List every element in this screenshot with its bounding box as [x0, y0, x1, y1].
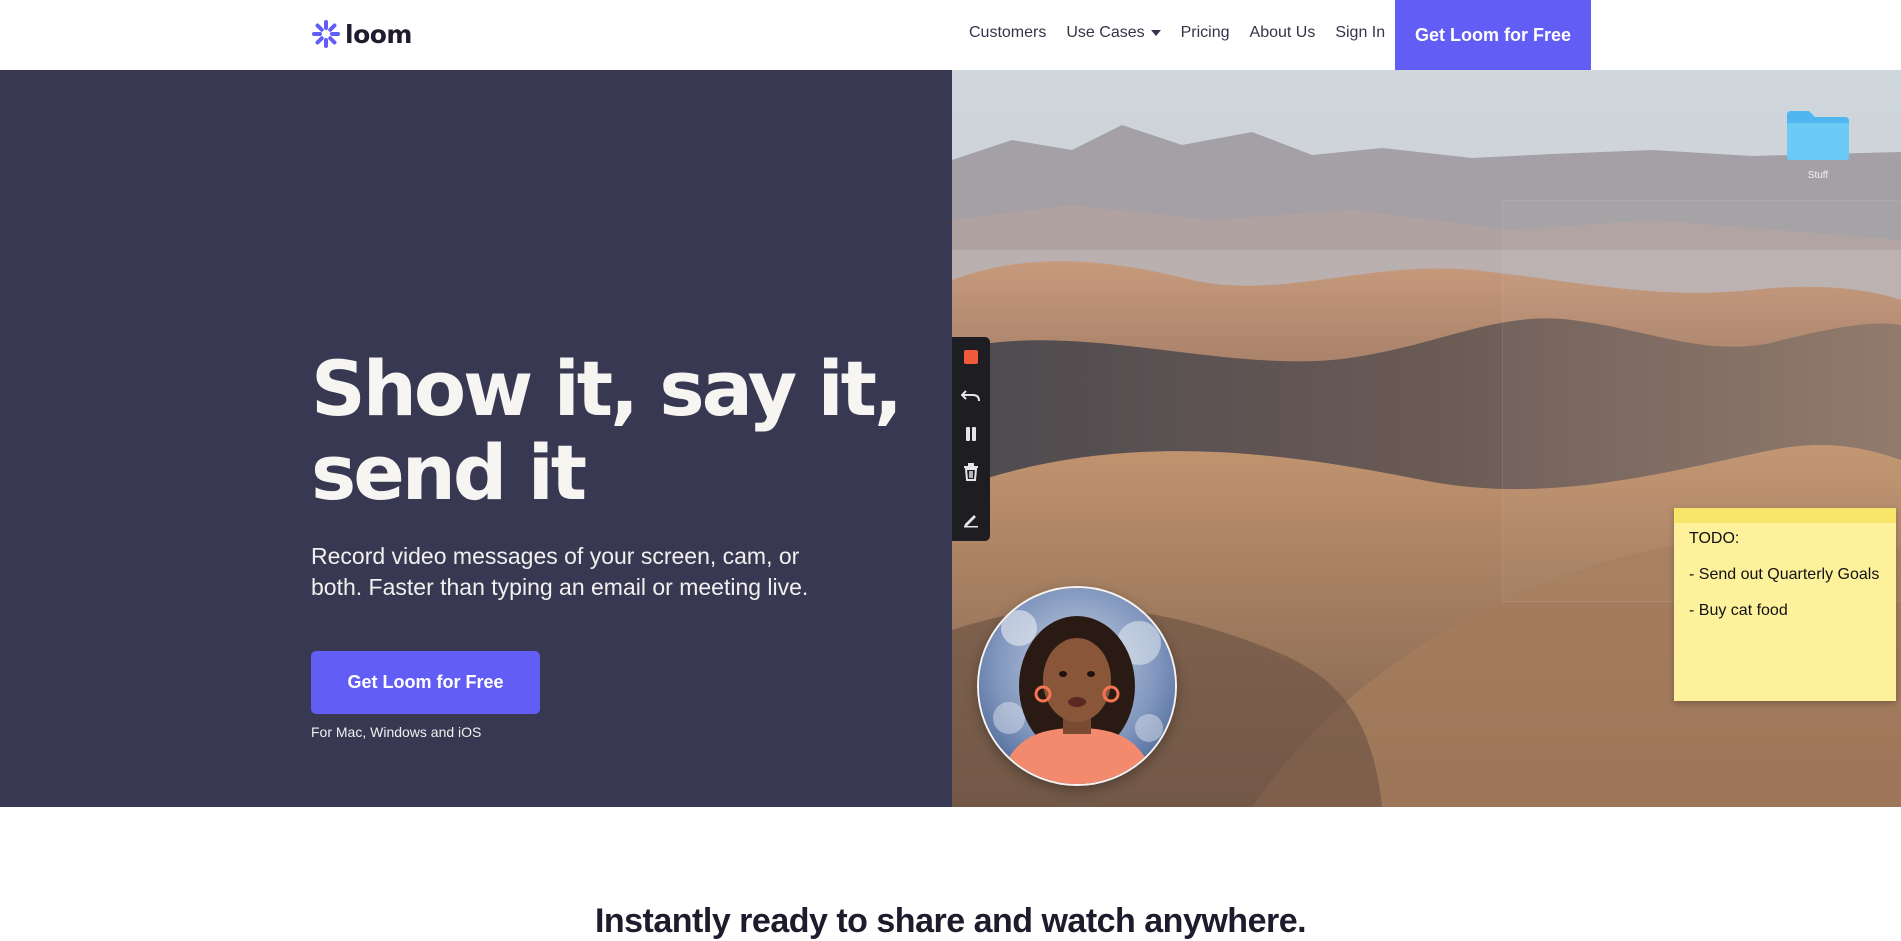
header-get-loom-button[interactable]: Get Loom for Free [1395, 0, 1591, 70]
main-nav: Customers Use Cases Pricing About Us Sig… [969, 24, 1405, 42]
recording-toolbar [952, 337, 990, 541]
pause-icon [966, 427, 976, 441]
sticky-note-item: - Buy cat food [1689, 602, 1788, 619]
hero-subhead-line2: both. Faster than typing an email or mee… [311, 574, 809, 600]
hero-headline-line2: send it [311, 428, 587, 517]
hero-headline: Show it, say it, send it [311, 347, 911, 515]
stop-record-icon [964, 350, 978, 364]
pen-icon [964, 515, 978, 528]
trash-icon [964, 463, 978, 481]
pause-button[interactable] [952, 416, 990, 452]
undo-button[interactable] [952, 377, 990, 413]
undo-icon [961, 390, 980, 402]
sticky-note-header [1674, 508, 1896, 523]
stop-record-button[interactable] [952, 339, 990, 375]
logo-wordmark: loom [345, 19, 412, 49]
todo-sticky-note: TODO: - Send out Quarterly Goals - Buy c… [1674, 508, 1896, 701]
sticky-note-item: - Send out Quarterly Goals [1689, 566, 1880, 583]
sticky-note-content: TODO: - Send out Quarterly Goals - Buy c… [1689, 530, 1879, 638]
presenter-avatar [979, 588, 1175, 784]
folder-label: Stuff [1807, 170, 1829, 181]
hero-headline-line1: Show it, say it, [311, 344, 903, 433]
nav-use-cases[interactable]: Use Cases [1066, 24, 1161, 42]
hero-get-loom-button[interactable]: Get Loom for Free [311, 651, 540, 714]
loom-logo[interactable]: loom [311, 19, 412, 49]
nav-about-us[interactable]: About Us [1250, 24, 1316, 42]
platforms-note: For Mac, Windows and iOS [311, 724, 482, 740]
section-heading: Instantly ready to share and watch anywh… [594, 902, 1307, 940]
webcam-bubble[interactable] [977, 586, 1177, 786]
chevron-down-icon [1150, 30, 1161, 36]
nav-pricing[interactable]: Pricing [1181, 24, 1230, 42]
site-header: loom Customers Use Cases Pricing About U… [0, 0, 1901, 70]
nav-use-cases-label: Use Cases [1066, 24, 1145, 41]
draw-button[interactable] [952, 501, 990, 537]
folder-icon[interactable] [1785, 107, 1851, 162]
nav-customers[interactable]: Customers [969, 24, 1046, 42]
loom-logo-icon [312, 20, 340, 48]
delete-button[interactable] [952, 454, 990, 490]
sticky-note-title: TODO: [1689, 530, 1740, 547]
hero-subhead-line1: Record video messages of your screen, ca… [311, 543, 800, 569]
hero-subhead: Record video messages of your screen, ca… [311, 541, 851, 603]
nav-sign-in[interactable]: Sign In [1335, 24, 1385, 42]
